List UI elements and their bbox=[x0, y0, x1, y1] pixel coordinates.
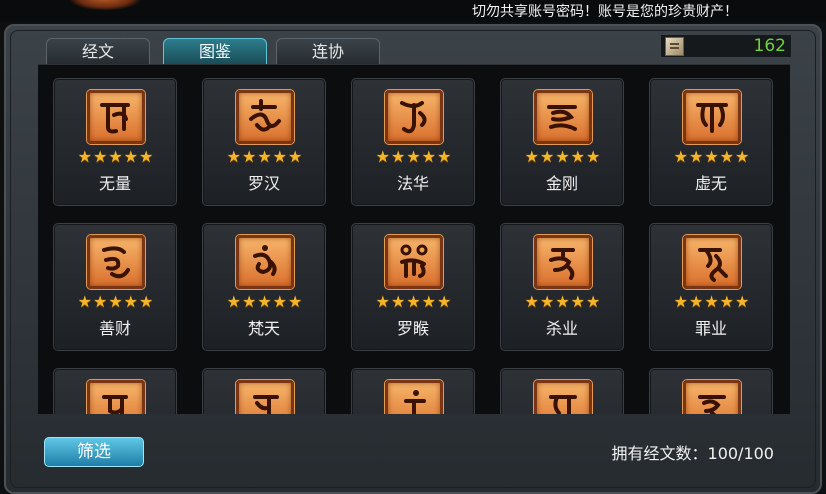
dragon-ornament-icon bbox=[70, 0, 140, 10]
rune-icon bbox=[236, 380, 294, 414]
star-rating: ★★★★★ bbox=[673, 292, 751, 311]
star-rating: ★★★★★ bbox=[673, 147, 751, 166]
rune-shancai-icon bbox=[87, 235, 145, 289]
card-partial[interactable] bbox=[53, 368, 177, 414]
currency-value: 162 bbox=[753, 36, 786, 56]
card-name: 法华 bbox=[396, 174, 429, 193]
star-rating: ★★★★★ bbox=[375, 147, 453, 166]
star-rating: ★★★★★ bbox=[77, 147, 155, 166]
card-partial[interactable] bbox=[202, 368, 326, 414]
card-partial[interactable] bbox=[351, 368, 475, 414]
card-fahua[interactable]: ★★★★★ 法华 bbox=[351, 78, 475, 206]
card-xuwu[interactable]: ★★★★★ 虚无 bbox=[649, 78, 773, 206]
card-name: 无量 bbox=[98, 174, 131, 193]
card-partial[interactable] bbox=[649, 368, 773, 414]
star-rating: ★★★★★ bbox=[226, 147, 304, 166]
card-luohou[interactable]: ★★★★★ 罗睺 bbox=[351, 223, 475, 351]
star-rating: ★★★★★ bbox=[226, 292, 304, 311]
rune-jingang-icon bbox=[534, 90, 592, 144]
top-banner: 切勿共享账号密码！账号是您的珍贵财产！ bbox=[0, 0, 826, 22]
rune-icon bbox=[87, 380, 145, 414]
card-name: 罪业 bbox=[694, 319, 727, 338]
card-name: 虚无 bbox=[694, 174, 727, 193]
card-name: 梵天 bbox=[247, 319, 280, 338]
card-zuiye[interactable]: ★★★★★ 罪业 bbox=[649, 223, 773, 351]
star-rating: ★★★★★ bbox=[524, 147, 602, 166]
rune-luohan-icon bbox=[236, 90, 294, 144]
rune-icon bbox=[534, 380, 592, 414]
card-luohan[interactable]: ★★★★★ 罗汉 bbox=[202, 78, 326, 206]
rune-xuwu-icon bbox=[683, 90, 741, 144]
rune-fantian-icon bbox=[236, 235, 294, 289]
card-fantian[interactable]: ★★★★★ 梵天 bbox=[202, 223, 326, 351]
star-rating: ★★★★★ bbox=[375, 292, 453, 311]
card-wuliang[interactable]: ★★★★★ 无量 bbox=[53, 78, 177, 206]
security-notice: 切勿共享账号密码！账号是您的珍贵财产！ bbox=[472, 4, 738, 20]
star-rating: ★★★★★ bbox=[77, 292, 155, 311]
scroll-icon bbox=[665, 37, 684, 56]
owned-count: 拥有经文数：100/100 bbox=[611, 444, 774, 463]
card-name: 杀业 bbox=[545, 319, 578, 338]
star-rating: ★★★★★ bbox=[524, 292, 602, 311]
card-jingang[interactable]: ★★★★★ 金刚 bbox=[500, 78, 624, 206]
rune-luohou-icon bbox=[385, 235, 443, 289]
card-name: 罗睺 bbox=[396, 319, 429, 338]
rune-shaye-icon bbox=[534, 235, 592, 289]
rune-icon bbox=[683, 380, 741, 414]
rune-zuiye-icon bbox=[683, 235, 741, 289]
rune-fahua-icon bbox=[385, 90, 443, 144]
filter-button[interactable]: 筛选 bbox=[44, 437, 144, 467]
card-name: 金刚 bbox=[545, 174, 578, 193]
card-shaye[interactable]: ★★★★★ 杀业 bbox=[500, 223, 624, 351]
rune-icon bbox=[385, 380, 443, 414]
tab-scriptures[interactable]: 经文 bbox=[46, 38, 150, 64]
collection-panel[interactable]: ★★★★★ 无量 ★★★★★ 罗汉 ★★★★★ 法华 ★★★★★ 金刚 ★★★★… bbox=[38, 64, 790, 414]
tab-combos[interactable]: 连协 bbox=[276, 38, 380, 64]
card-name: 罗汉 bbox=[247, 174, 280, 193]
currency-display: 162 bbox=[660, 34, 792, 58]
card-partial[interactable] bbox=[500, 368, 624, 414]
card-shancai[interactable]: ★★★★★ 善财 bbox=[53, 223, 177, 351]
rune-wuliang-icon bbox=[87, 90, 145, 144]
tab-collection[interactable]: 图鉴 bbox=[163, 38, 267, 64]
card-name: 善财 bbox=[98, 319, 131, 338]
